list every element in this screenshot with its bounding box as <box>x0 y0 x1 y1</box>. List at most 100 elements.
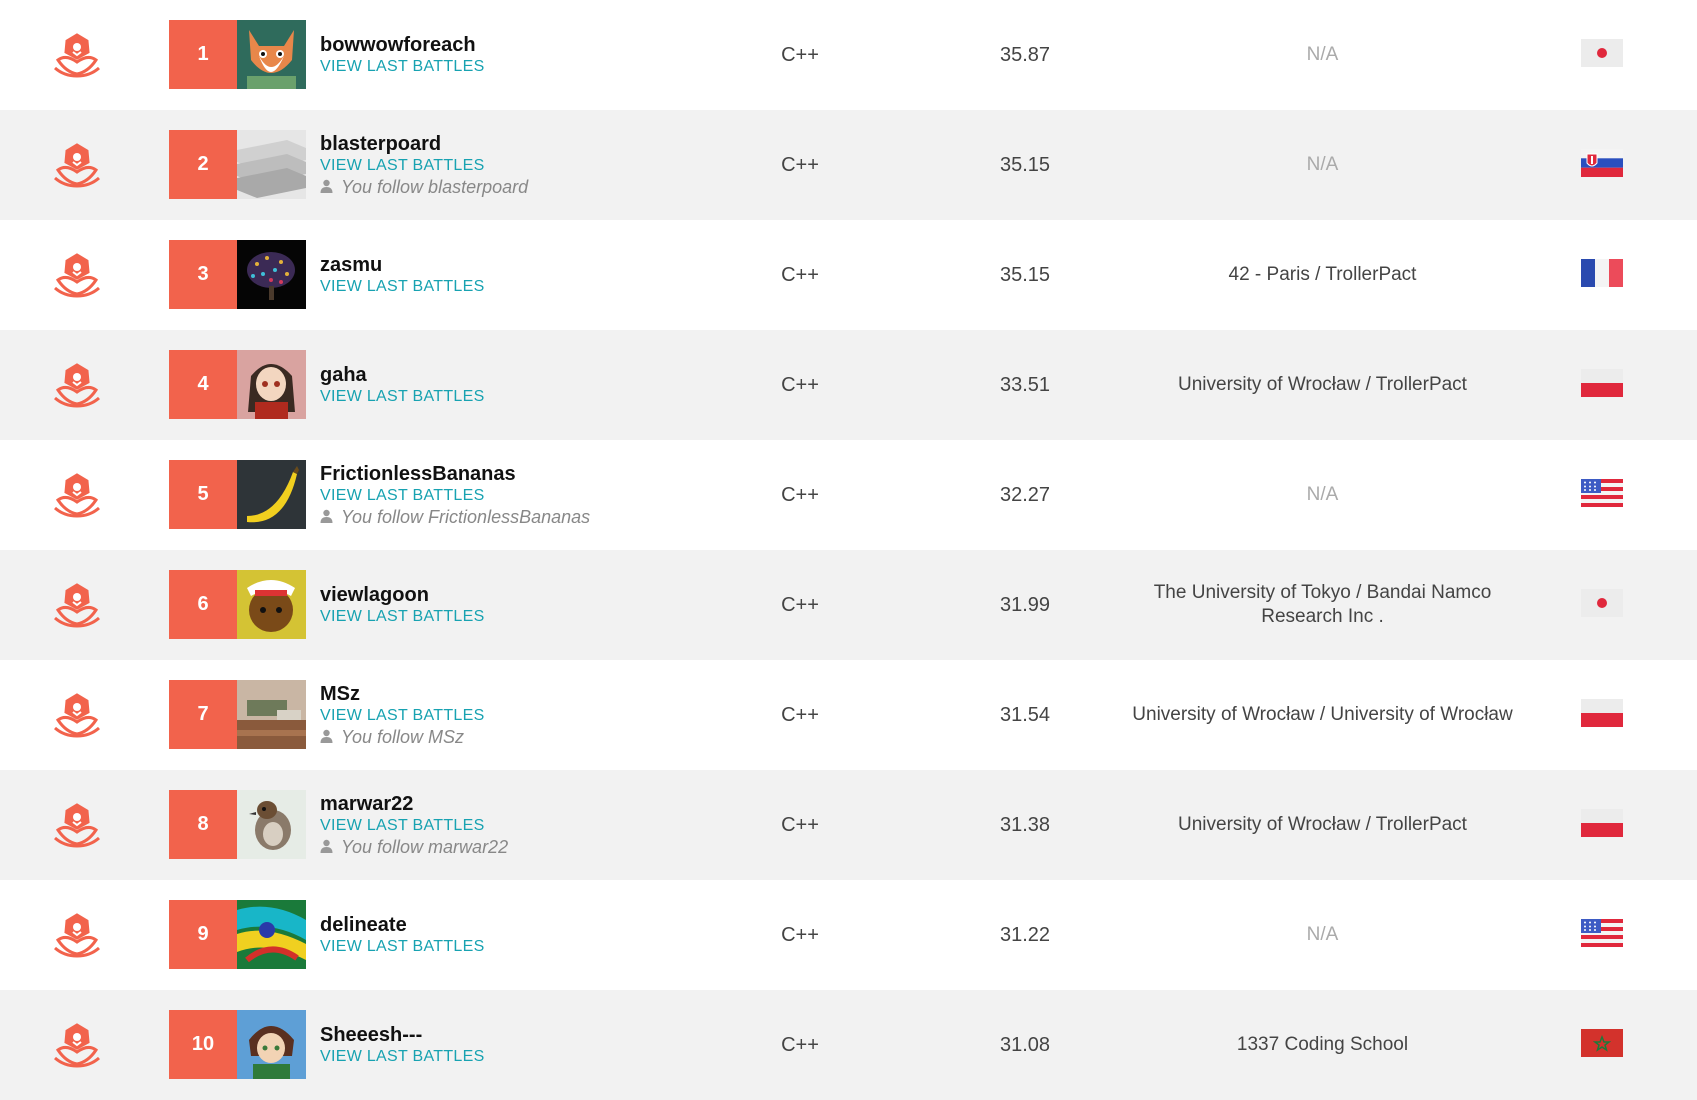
score-cell: 33.51 <box>999 373 1051 396</box>
follow-text: You follow blasterpoard <box>341 176 529 197</box>
view-last-battles-link[interactable]: VIEW LAST BATTLES <box>320 937 485 957</box>
follow-status: You follow MSz <box>320 726 485 748</box>
language-cell: C++ <box>781 1033 819 1056</box>
france-flag <box>1581 259 1623 287</box>
rank-badge: 9 <box>169 900 237 969</box>
follow-text: You follow marwar22 <box>341 836 509 857</box>
avatar[interactable] <box>237 680 306 749</box>
language-cell: C++ <box>781 43 819 66</box>
score-cell: 32.27 <box>999 483 1051 506</box>
follow-status: You follow marwar22 <box>320 836 508 858</box>
username-link[interactable]: marwar22 <box>320 793 508 816</box>
poland-flag <box>1581 369 1623 397</box>
rank-badge: 8 <box>169 790 237 859</box>
view-last-battles-link[interactable]: VIEW LAST BATTLES <box>320 387 485 407</box>
leaderboard-row: 1 bowwowforeach VIEW LAST BATTLES C++ 35.87 N… <box>0 0 1697 110</box>
league-icon <box>52 32 102 78</box>
company-cell: University of Wrocław / University of Wr… <box>1132 704 1513 725</box>
leaderboard-row: 6 viewlagoon VIEW LAST BATTLES C++ 31.99 The … <box>0 550 1697 660</box>
rank-badge: 1 <box>169 20 237 89</box>
language-cell: C++ <box>781 813 819 836</box>
language-cell: C++ <box>781 153 819 176</box>
poland-flag <box>1581 809 1623 837</box>
league-icon <box>52 802 102 848</box>
rank-badge: 6 <box>169 570 237 639</box>
language-cell: C++ <box>781 373 819 396</box>
user-info: MSz VIEW LAST BATTLES You follow MSz <box>320 660 485 770</box>
company-cell: The University of Tokyo / Bandai Namco R… <box>1153 582 1492 627</box>
user-info: blasterpoard VIEW LAST BATTLES You follow … <box>320 110 528 220</box>
view-last-battles-link[interactable]: VIEW LAST BATTLES <box>320 57 485 77</box>
language-cell: C++ <box>781 593 819 616</box>
language-cell: C++ <box>781 703 819 726</box>
username-link[interactable]: bowwowforeach <box>320 34 485 57</box>
leaderboard-row: 3 zasmu VIEW LAST BATTLES C++ 35.15 42 - Pari… <box>0 220 1697 330</box>
view-last-battles-link[interactable]: VIEW LAST BATTLES <box>320 156 528 176</box>
username-link[interactable]: viewlagoon <box>320 584 485 607</box>
league-icon <box>52 362 102 408</box>
league-icon <box>52 1022 102 1068</box>
company-cell: N/A <box>1306 484 1339 505</box>
language-cell: C++ <box>781 923 819 946</box>
avatar[interactable] <box>237 1010 306 1079</box>
username-link[interactable]: blasterpoard <box>320 133 528 156</box>
company-cell: University of Wrocław / TrollerPact <box>1178 374 1467 395</box>
username-link[interactable]: delineate <box>320 914 485 937</box>
league-icon <box>52 582 102 628</box>
score-cell: 31.99 <box>999 593 1051 616</box>
avatar[interactable] <box>237 20 306 89</box>
username-link[interactable]: MSz <box>320 683 485 706</box>
person-icon <box>320 726 341 748</box>
view-last-battles-link[interactable]: VIEW LAST BATTLES <box>320 706 485 726</box>
user-info: bowwowforeach VIEW LAST BATTLES <box>320 0 485 110</box>
view-last-battles-link[interactable]: VIEW LAST BATTLES <box>320 1047 485 1067</box>
follow-text: You follow MSz <box>341 726 465 747</box>
user-info: FrictionlessBananas VIEW LAST BATTLES You … <box>320 440 590 550</box>
leaderboard-row: 5 FrictionlessBananas VIEW LAST BATTLES You… <box>0 440 1697 550</box>
avatar[interactable] <box>237 900 306 969</box>
league-icon <box>52 142 102 188</box>
view-last-battles-link[interactable]: VIEW LAST BATTLES <box>320 277 485 297</box>
leaderboard: 1 bowwowforeach VIEW LAST BATTLES C++ 35.87 N… <box>0 0 1697 1100</box>
japan-flag <box>1581 589 1623 617</box>
league-icon <box>52 472 102 518</box>
username-link[interactable]: FrictionlessBananas <box>320 463 590 486</box>
avatar[interactable] <box>237 460 306 529</box>
morocco-flag <box>1581 1029 1623 1057</box>
avatar[interactable] <box>237 790 306 859</box>
user-info: marwar22 VIEW LAST BATTLES You follow marw… <box>320 770 508 880</box>
username-link[interactable]: gaha <box>320 364 485 387</box>
avatar[interactable] <box>237 570 306 639</box>
view-last-battles-link[interactable]: VIEW LAST BATTLES <box>320 816 508 836</box>
usa-flag <box>1581 919 1623 947</box>
score-cell: 35.87 <box>999 43 1051 66</box>
user-info: zasmu VIEW LAST BATTLES <box>320 220 485 330</box>
avatar[interactable] <box>237 240 306 309</box>
user-info: viewlagoon VIEW LAST BATTLES <box>320 550 485 660</box>
user-info: Sheeesh--- VIEW LAST BATTLES <box>320 990 485 1100</box>
rank-badge: 4 <box>169 350 237 419</box>
leaderboard-row: 10 Sheeesh--- VIEW LAST BATTLES C++ 31.08 133… <box>0 990 1697 1100</box>
japan-flag <box>1581 39 1623 67</box>
follow-status: You follow FrictionlessBananas <box>320 506 590 528</box>
score-cell: 31.54 <box>999 703 1051 726</box>
company-cell: N/A <box>1306 924 1339 945</box>
person-icon <box>320 506 341 528</box>
slovakia-flag <box>1581 149 1623 177</box>
view-last-battles-link[interactable]: VIEW LAST BATTLES <box>320 486 590 506</box>
avatar[interactable] <box>237 350 306 419</box>
rank-badge: 2 <box>169 130 237 199</box>
company-cell: N/A <box>1306 154 1339 175</box>
leaderboard-row: 7 MSz VIEW LAST BATTLES You follow MSz C++ 31… <box>0 660 1697 770</box>
avatar[interactable] <box>237 130 306 199</box>
person-icon <box>320 836 341 858</box>
username-link[interactable]: zasmu <box>320 254 485 277</box>
user-info: delineate VIEW LAST BATTLES <box>320 880 485 990</box>
leaderboard-row: 8 marwar22 VIEW LAST BATTLES You follow mar… <box>0 770 1697 880</box>
username-link[interactable]: Sheeesh--- <box>320 1024 485 1047</box>
poland-flag <box>1581 699 1623 727</box>
usa-flag <box>1581 479 1623 507</box>
view-last-battles-link[interactable]: VIEW LAST BATTLES <box>320 607 485 627</box>
league-icon <box>52 692 102 738</box>
score-cell: 31.08 <box>999 1033 1051 1056</box>
